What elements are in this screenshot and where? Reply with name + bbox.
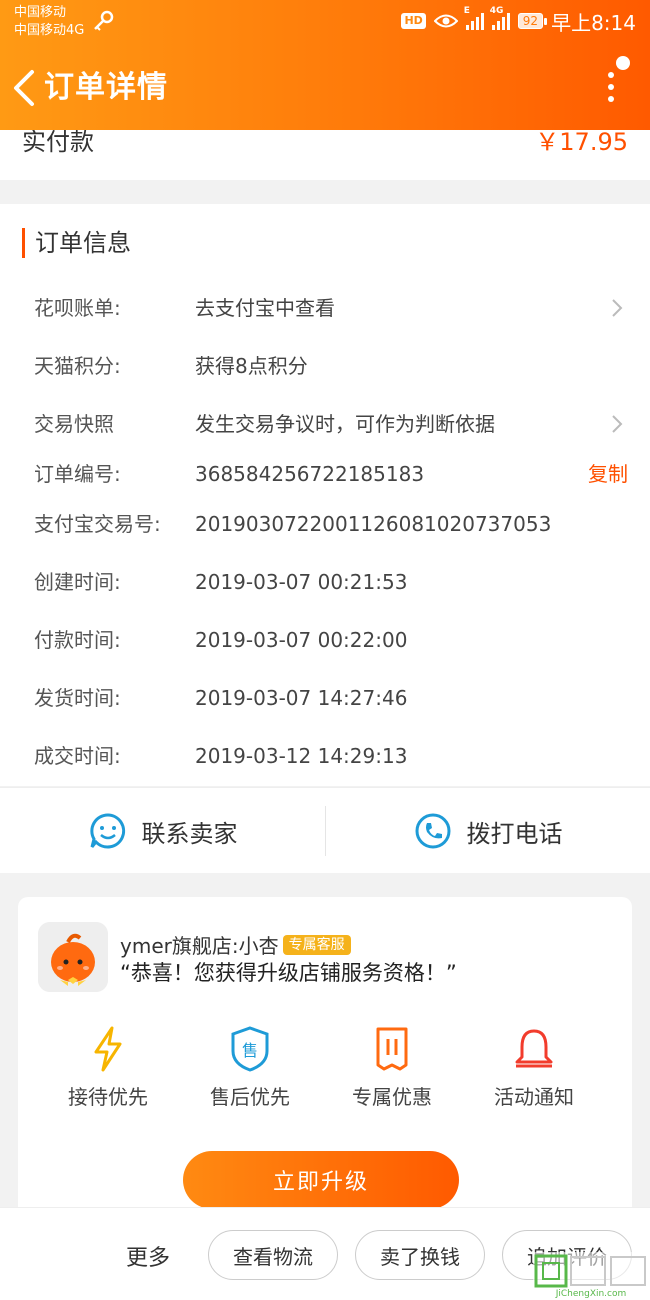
- row-value: 获得8点积分: [195, 354, 308, 378]
- row-value: 368584256722185183: [195, 462, 425, 486]
- status-bar: 中国移动 中国移动4G HD E 4G 92 早上8:14: [0, 0, 650, 44]
- bell-icon: [515, 1029, 553, 1068]
- call-phone-button[interactable]: 拨打电话: [325, 788, 650, 874]
- order-info-title: 订单信息: [22, 228, 131, 258]
- agent-name: ymer旗舰店:小杏: [120, 934, 279, 958]
- row-value: 2019-03-07 00:22:00: [195, 628, 408, 652]
- row-value: 2019-03-07 14:27:46: [195, 686, 408, 710]
- dedicated-service-badge: 专属客服: [282, 934, 351, 955]
- resell-button[interactable]: 卖了换钱: [355, 1230, 485, 1280]
- paid-value: ￥17.95: [535, 130, 628, 156]
- row-huabei[interactable]: 花呗账单: 去支付宝中查看: [0, 288, 650, 328]
- row-value: 2019-03-07 00:21:53: [195, 570, 408, 594]
- row-key: 花呗账单:: [34, 296, 121, 320]
- perk-priority-reception[interactable]: 接待优先: [38, 1025, 178, 1115]
- hd-badge: HD: [401, 13, 426, 29]
- mascot-icon: [38, 922, 108, 992]
- notification-dot: [616, 56, 630, 70]
- row-created-time: 创建时间: 2019-03-07 00:21:53: [0, 562, 650, 602]
- contact-seller-label: 联系卖家: [141, 819, 238, 848]
- ticket-icon: [376, 1027, 408, 1071]
- row-value: 发生交易争议时，可作为判断依据: [195, 412, 495, 436]
- row-alipay-trade-no: 支付宝交易号: 2019030722001126081020737053: [0, 504, 650, 544]
- row-shipped-time: 发货时间: 2019-03-07 14:27:46: [0, 678, 650, 718]
- svg-text:售: 售: [242, 1041, 258, 1060]
- service-message: “恭喜！您获得升级店铺服务资格！”: [120, 961, 457, 985]
- more-actions-button[interactable]: 更多: [126, 1240, 170, 1272]
- row-order-number: 订单编号: 368584256722185183 复制: [0, 454, 650, 494]
- copy-button[interactable]: 复制: [588, 460, 628, 488]
- row-value: 2019030722001126081020737053: [195, 512, 552, 536]
- row-value: 2019-03-12 14:29:13: [195, 744, 408, 768]
- carrier-info: 中国移动 中国移动4G: [14, 4, 84, 40]
- perk-event-notice[interactable]: 活动通知: [464, 1025, 604, 1115]
- page-title: 订单详情: [44, 70, 168, 105]
- signal-icon-2: 4G: [490, 6, 510, 30]
- row-paid-time: 付款时间: 2019-03-07 00:22:00: [0, 620, 650, 660]
- row-key: 天猫积分:: [34, 354, 121, 378]
- call-phone-label: 拨打电话: [466, 819, 563, 848]
- row-key: 订单编号:: [34, 462, 121, 486]
- key-icon: [94, 10, 114, 31]
- chat-smile-icon: [89, 813, 125, 849]
- service-upgrade-card: ymer旗舰店:小杏 专属客服 “恭喜！您获得升级店铺服务资格！” 接待优先 售…: [18, 897, 632, 1227]
- row-key: 付款时间:: [34, 628, 121, 652]
- paid-amount-section: 实付款 ￥17.95: [0, 130, 650, 180]
- upgrade-now-button[interactable]: 立即升级: [183, 1151, 459, 1209]
- network-type-2: 4G: [489, 6, 504, 16]
- chevron-right-icon: [612, 415, 623, 433]
- order-info-card: 订单信息 花呗账单: 去支付宝中查看 天猫积分: 获得8点积分 交易快照 发生交…: [0, 204, 650, 786]
- row-key: 成交时间:: [34, 744, 121, 768]
- signal-icon-1: E: [464, 6, 484, 30]
- perk-label: 售后优先: [210, 1085, 290, 1109]
- clock: 早上8:14: [551, 10, 636, 35]
- lightning-icon: [94, 1026, 122, 1072]
- back-button[interactable]: [8, 66, 42, 110]
- row-value: 去支付宝中查看: [195, 296, 335, 320]
- phone-icon: [415, 813, 450, 849]
- app-header: 中国移动 中国移动4G HD E 4G 92 早上8:14 订单详情: [0, 0, 650, 130]
- carrier-secondary: 中国移动4G: [14, 23, 85, 38]
- row-key: 创建时间:: [34, 570, 121, 594]
- more-menu-button[interactable]: [598, 64, 626, 110]
- eye-icon: [433, 14, 458, 28]
- contact-seller-button[interactable]: 联系卖家: [0, 788, 325, 874]
- perk-aftersale-priority[interactable]: 售 售后优先: [180, 1025, 320, 1115]
- service-agent-name: ymer旗舰店:小杏 专属客服: [120, 930, 351, 959]
- paid-label: 实付款: [22, 130, 94, 156]
- row-points: 天猫积分: 获得8点积分: [0, 346, 650, 386]
- avatar: [38, 922, 108, 992]
- shield-sale-icon: 售: [231, 1026, 269, 1072]
- perk-exclusive-discount[interactable]: 专属优惠: [322, 1025, 462, 1115]
- contact-bar: 联系卖家 拨打电话: [0, 787, 650, 873]
- perk-label: 活动通知: [494, 1085, 574, 1109]
- row-key: 交易快照: [34, 412, 114, 436]
- row-completed-time: 成交时间: 2019-03-12 14:29:13: [0, 736, 650, 776]
- status-icons: HD E 4G 92 早上8:14: [401, 6, 636, 35]
- watermark-logo: JiChengXin.com: [533, 1252, 650, 1300]
- chevron-right-icon: [612, 299, 623, 317]
- view-logistics-button[interactable]: 查看物流: [208, 1230, 338, 1280]
- row-snapshot[interactable]: 交易快照 发生交易争议时，可作为判断依据: [0, 404, 650, 444]
- watermark-text: JiChengXin.com: [555, 1289, 627, 1299]
- network-type-1: E: [463, 6, 470, 16]
- row-key: 发货时间:: [34, 686, 121, 710]
- perk-label: 专属优惠: [352, 1085, 432, 1109]
- carrier-primary: 中国移动: [14, 5, 67, 20]
- row-key: 支付宝交易号:: [34, 512, 161, 536]
- battery-icon: 92: [517, 13, 548, 29]
- perk-label: 接待优先: [68, 1085, 148, 1109]
